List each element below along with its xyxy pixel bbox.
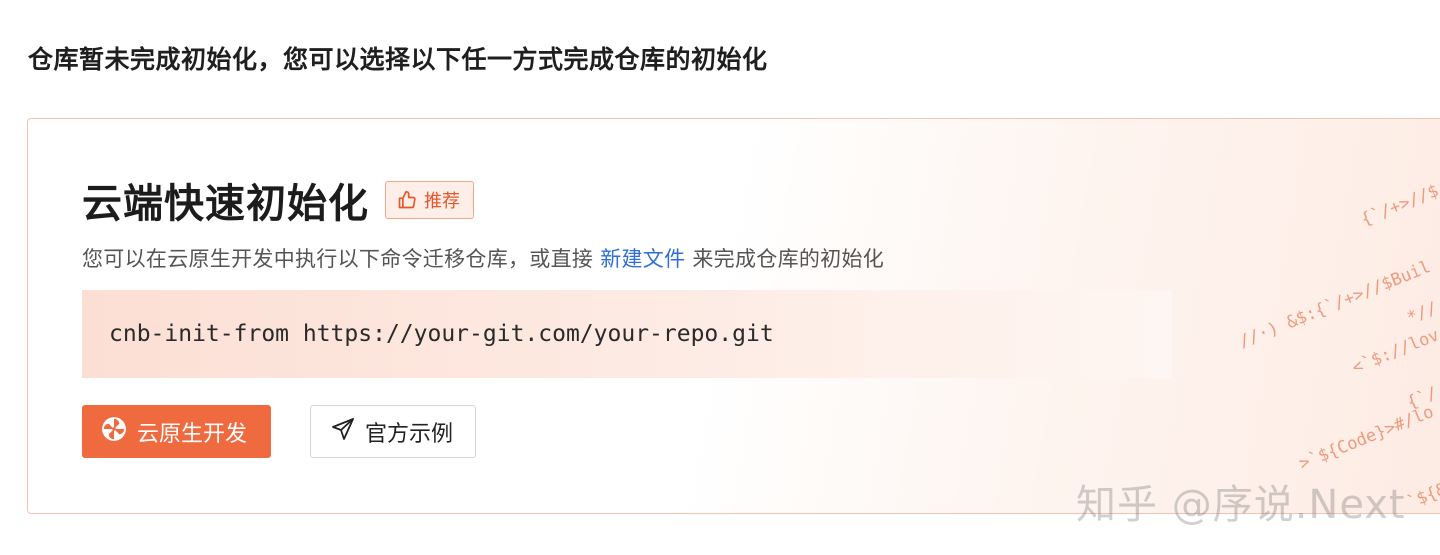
cloud-native-dev-button-label: 云原生开发 [137, 421, 248, 447]
decorative-code-4: <`$://lov [1349, 325, 1440, 379]
description-text-after: 来完成仓库的初始化 [692, 247, 885, 271]
decorative-code-6: >`${Code}>#/lo [1296, 402, 1437, 475]
page-heading: 仓库暂未完成初始化，您可以选择以下任一方式完成仓库的初始化 [28, 45, 768, 74]
decorative-code-1: {`/+>//$ [1358, 181, 1440, 231]
pinwheel-icon [101, 416, 127, 448]
cloud-init-card: {`/+>//$ //·) &$:{`/+>//$Buil *// <`$://… [27, 118, 1440, 514]
card-title-row: 云端快速初始化 推荐 [82, 171, 474, 229]
card-description: 您可以在云原生开发中执行以下命令迁移仓库，或直接 新建文件 来完成仓库的初始化 [82, 243, 884, 273]
page-root: 仓库暂未完成初始化，您可以选择以下任一方式完成仓库的初始化 {`/+>//$ /… [0, 0, 1440, 555]
command-code-block: cnb-init-from https://your-git.com/your-… [82, 290, 1172, 378]
official-examples-button[interactable]: 官方示例 [310, 405, 476, 458]
official-examples-button-label: 官方示例 [365, 421, 454, 447]
command-text[interactable]: cnb-init-from https://your-git.com/your-… [109, 321, 774, 347]
card-title: 云端快速初始化 [82, 181, 369, 227]
paper-plane-icon [331, 417, 355, 447]
cloud-native-dev-button[interactable]: 云原生开发 [82, 405, 271, 458]
description-text-before: 您可以在云原生开发中执行以下命令迁移仓库，或直接 [82, 247, 594, 271]
new-file-link[interactable]: 新建文件 [600, 247, 685, 271]
thumbs-up-icon [397, 190, 417, 210]
decorative-code-3: *// [1404, 298, 1440, 329]
decorative-code-7: `${& [1404, 479, 1440, 514]
recommend-badge-label: 推荐 [424, 191, 460, 212]
recommend-badge: 推荐 [385, 181, 474, 219]
watermark: 知乎 @序说.Next [1076, 482, 1406, 528]
